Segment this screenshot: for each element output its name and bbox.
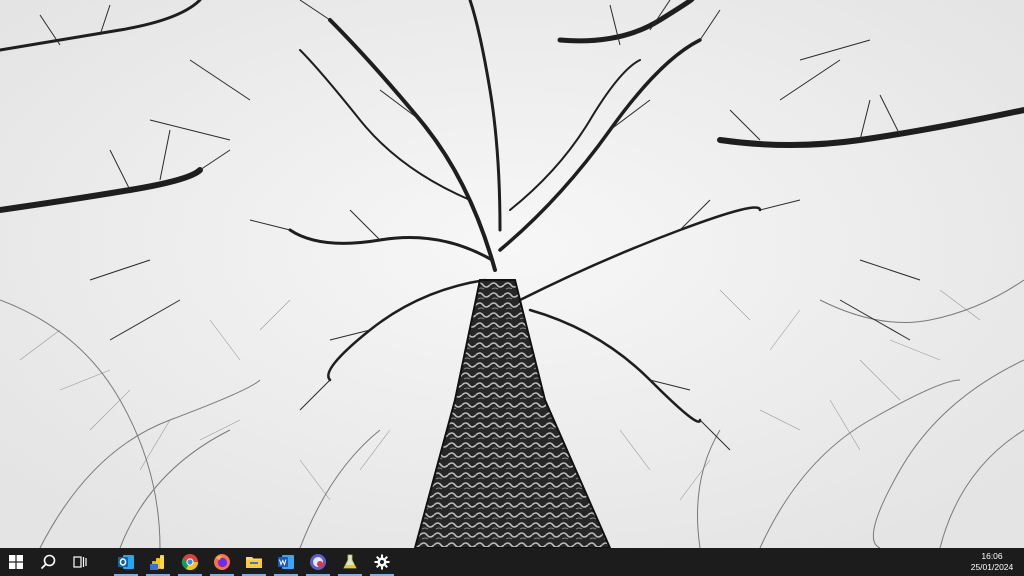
search-button[interactable]	[32, 548, 64, 576]
taskbar-file-explorer[interactable]	[238, 548, 270, 576]
taskbar-chrome[interactable]	[174, 548, 206, 576]
taskbar-settings[interactable]	[366, 548, 398, 576]
taskbar-word[interactable]	[270, 548, 302, 576]
taskbar-flask[interactable]	[334, 548, 366, 576]
settings-gear-icon	[374, 554, 390, 570]
taskbar-firefox[interactable]	[206, 548, 238, 576]
start-button[interactable]	[0, 548, 32, 576]
taskbar-outlook[interactable]	[110, 548, 142, 576]
wallpaper-tree-canopy	[0, 0, 1024, 548]
task-view-icon	[73, 556, 87, 568]
search-icon	[40, 554, 56, 570]
taskbar-powerbi[interactable]	[142, 548, 174, 576]
firefox-icon	[214, 554, 230, 570]
outlook-icon	[118, 555, 134, 569]
clock-time: 16:06	[981, 551, 1003, 561]
app-icon	[310, 554, 326, 570]
chrome-icon	[181, 554, 199, 571]
word-icon	[278, 555, 294, 569]
task-view-button[interactable]	[64, 548, 96, 576]
taskbar-app[interactable]	[302, 548, 334, 576]
taskbar: 16:06 25/01/2024	[0, 548, 1024, 576]
file-explorer-icon	[246, 557, 262, 568]
windows-start-icon	[9, 555, 23, 569]
flask-icon	[343, 554, 357, 569]
system-clock[interactable]: 16:06 25/01/2024	[960, 548, 1024, 576]
desktop: 16:06 25/01/2024	[0, 0, 1024, 576]
clock-date: 25/01/2024	[970, 562, 1014, 572]
powerbi-icon	[150, 555, 164, 570]
